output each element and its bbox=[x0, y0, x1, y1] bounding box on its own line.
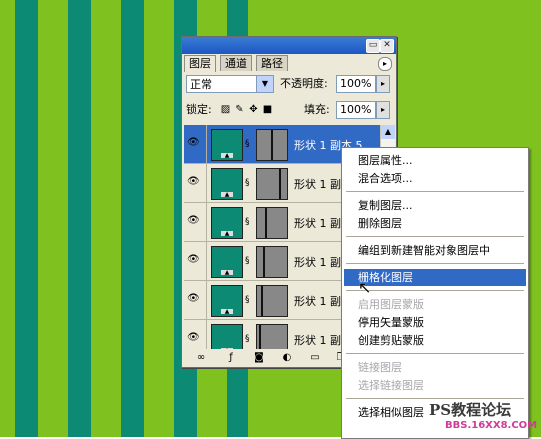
menu-item-enable-layer-mask[interactable]: 启用图层蒙版 bbox=[344, 296, 526, 313]
menu-item-create-clipping-mask[interactable]: 创建剪贴蒙版 bbox=[344, 332, 526, 349]
menu-item-group-into-smart-object[interactable]: 编组到新建智能对象图层中 bbox=[344, 242, 526, 259]
watermark-url: BBS.16XX8.COM bbox=[445, 420, 538, 431]
link-chain-icon: § bbox=[245, 256, 250, 266]
eye-icon[interactable]: 👁 bbox=[187, 333, 201, 343]
menu-item-duplicate-layer[interactable]: 复制图层... bbox=[344, 197, 526, 214]
eye-icon[interactable]: 👁 bbox=[187, 255, 201, 265]
menu-item-blending-options[interactable]: 混合选项... bbox=[344, 170, 526, 187]
close-icon[interactable]: ✕ bbox=[380, 39, 394, 53]
tab-channels[interactable]: 通道 bbox=[220, 55, 252, 71]
menu-separator bbox=[346, 263, 524, 264]
divider bbox=[206, 281, 207, 319]
blend-mode-value: 正常 bbox=[190, 78, 212, 91]
layer-thumbnail: ▲ bbox=[211, 168, 243, 200]
adjustment-layer-icon[interactable]: ◐ bbox=[280, 351, 294, 364]
fill-field[interactable]: 100% bbox=[336, 101, 376, 119]
scroll-up-icon[interactable]: ▲ bbox=[381, 125, 395, 139]
divider bbox=[206, 203, 207, 241]
minimize-icon[interactable]: ▭ bbox=[366, 39, 380, 53]
tab-layers[interactable]: 图层 bbox=[184, 55, 216, 72]
lock-transparent-icon[interactable]: ▨ bbox=[220, 104, 231, 115]
link-chain-icon: § bbox=[245, 178, 250, 188]
menu-item-layer-properties[interactable]: 图层属性... bbox=[344, 152, 526, 169]
divider bbox=[206, 320, 207, 349]
link-chain-icon: § bbox=[245, 295, 250, 305]
menu-item-link-layers[interactable]: 链接图层 bbox=[344, 359, 526, 376]
vector-mask-thumbnail[interactable] bbox=[256, 129, 288, 161]
eye-icon[interactable]: 👁 bbox=[187, 138, 201, 148]
lock-position-icon[interactable]: ✥ bbox=[248, 104, 259, 115]
eye-icon[interactable]: 👁 bbox=[187, 294, 201, 304]
panel-tabs: 图层 通道 路径 bbox=[184, 55, 394, 72]
menu-separator bbox=[346, 236, 524, 237]
opacity-slider-arrow-icon[interactable]: ▸ bbox=[376, 75, 390, 93]
vector-mask-thumbnail[interactable] bbox=[256, 246, 288, 278]
layer-thumbnail: ▲ bbox=[211, 207, 243, 239]
divider bbox=[206, 242, 207, 280]
menu-separator bbox=[346, 290, 524, 291]
divider bbox=[206, 125, 207, 163]
vector-mask-thumbnail[interactable] bbox=[256, 168, 288, 200]
panel-menu-arrow-icon[interactable]: ▸ bbox=[378, 57, 392, 71]
lock-label: 锁定: bbox=[186, 103, 212, 116]
add-mask-icon[interactable]: ◙ bbox=[252, 351, 266, 364]
opacity-field[interactable]: 100% bbox=[336, 75, 376, 93]
watermark-logo: PS教程论坛 BBS.16XX8.COM bbox=[415, 393, 541, 437]
panel-titlebar[interactable]: ▭ ✕ bbox=[182, 37, 396, 54]
menu-item-delete-layer[interactable]: 删除图层 bbox=[344, 215, 526, 232]
menu-separator bbox=[346, 191, 524, 192]
layer-thumbnail: ▲ bbox=[211, 246, 243, 278]
mouse-pointer-icon: ↖ bbox=[358, 278, 372, 297]
new-group-icon[interactable]: ▭ bbox=[308, 351, 322, 364]
fill-label: 填充: bbox=[304, 103, 330, 116]
vector-mask-thumbnail[interactable] bbox=[256, 285, 288, 317]
lock-brush-icon[interactable]: ✎ bbox=[234, 104, 245, 115]
eye-icon[interactable]: 👁 bbox=[187, 216, 201, 226]
tab-paths[interactable]: 路径 bbox=[256, 55, 288, 71]
layer-thumbnail: ▲ bbox=[211, 285, 243, 317]
link-layers-icon[interactable]: ∞ bbox=[194, 351, 208, 364]
vector-mask-thumbnail[interactable] bbox=[256, 207, 288, 239]
menu-item-disable-vector-mask[interactable]: 停用矢量蒙版 bbox=[344, 314, 526, 331]
blend-mode-select[interactable]: 正常 ▼ bbox=[186, 75, 274, 93]
layer-thumbnail: ▲ bbox=[211, 324, 243, 349]
layer-thumbnail: ▲ bbox=[211, 129, 243, 161]
lock-all-icon[interactable]: ■ bbox=[262, 104, 273, 115]
menu-item-select-linked-layers[interactable]: 选择链接图层 bbox=[344, 377, 526, 394]
divider bbox=[206, 164, 207, 202]
eye-icon[interactable]: 👁 bbox=[187, 177, 201, 187]
chevron-down-icon: ▼ bbox=[256, 76, 273, 92]
fill-slider-arrow-icon[interactable]: ▸ bbox=[376, 101, 390, 119]
menu-separator bbox=[346, 353, 524, 354]
link-chain-icon: § bbox=[245, 217, 250, 227]
vector-mask-thumbnail[interactable] bbox=[256, 324, 288, 349]
layer-style-icon[interactable]: ƒ bbox=[224, 351, 238, 364]
watermark-title: PS教程论坛 bbox=[429, 401, 512, 419]
link-chain-icon: § bbox=[245, 334, 250, 344]
opacity-label: 不透明度: bbox=[280, 77, 328, 90]
link-chain-icon: § bbox=[245, 139, 250, 149]
